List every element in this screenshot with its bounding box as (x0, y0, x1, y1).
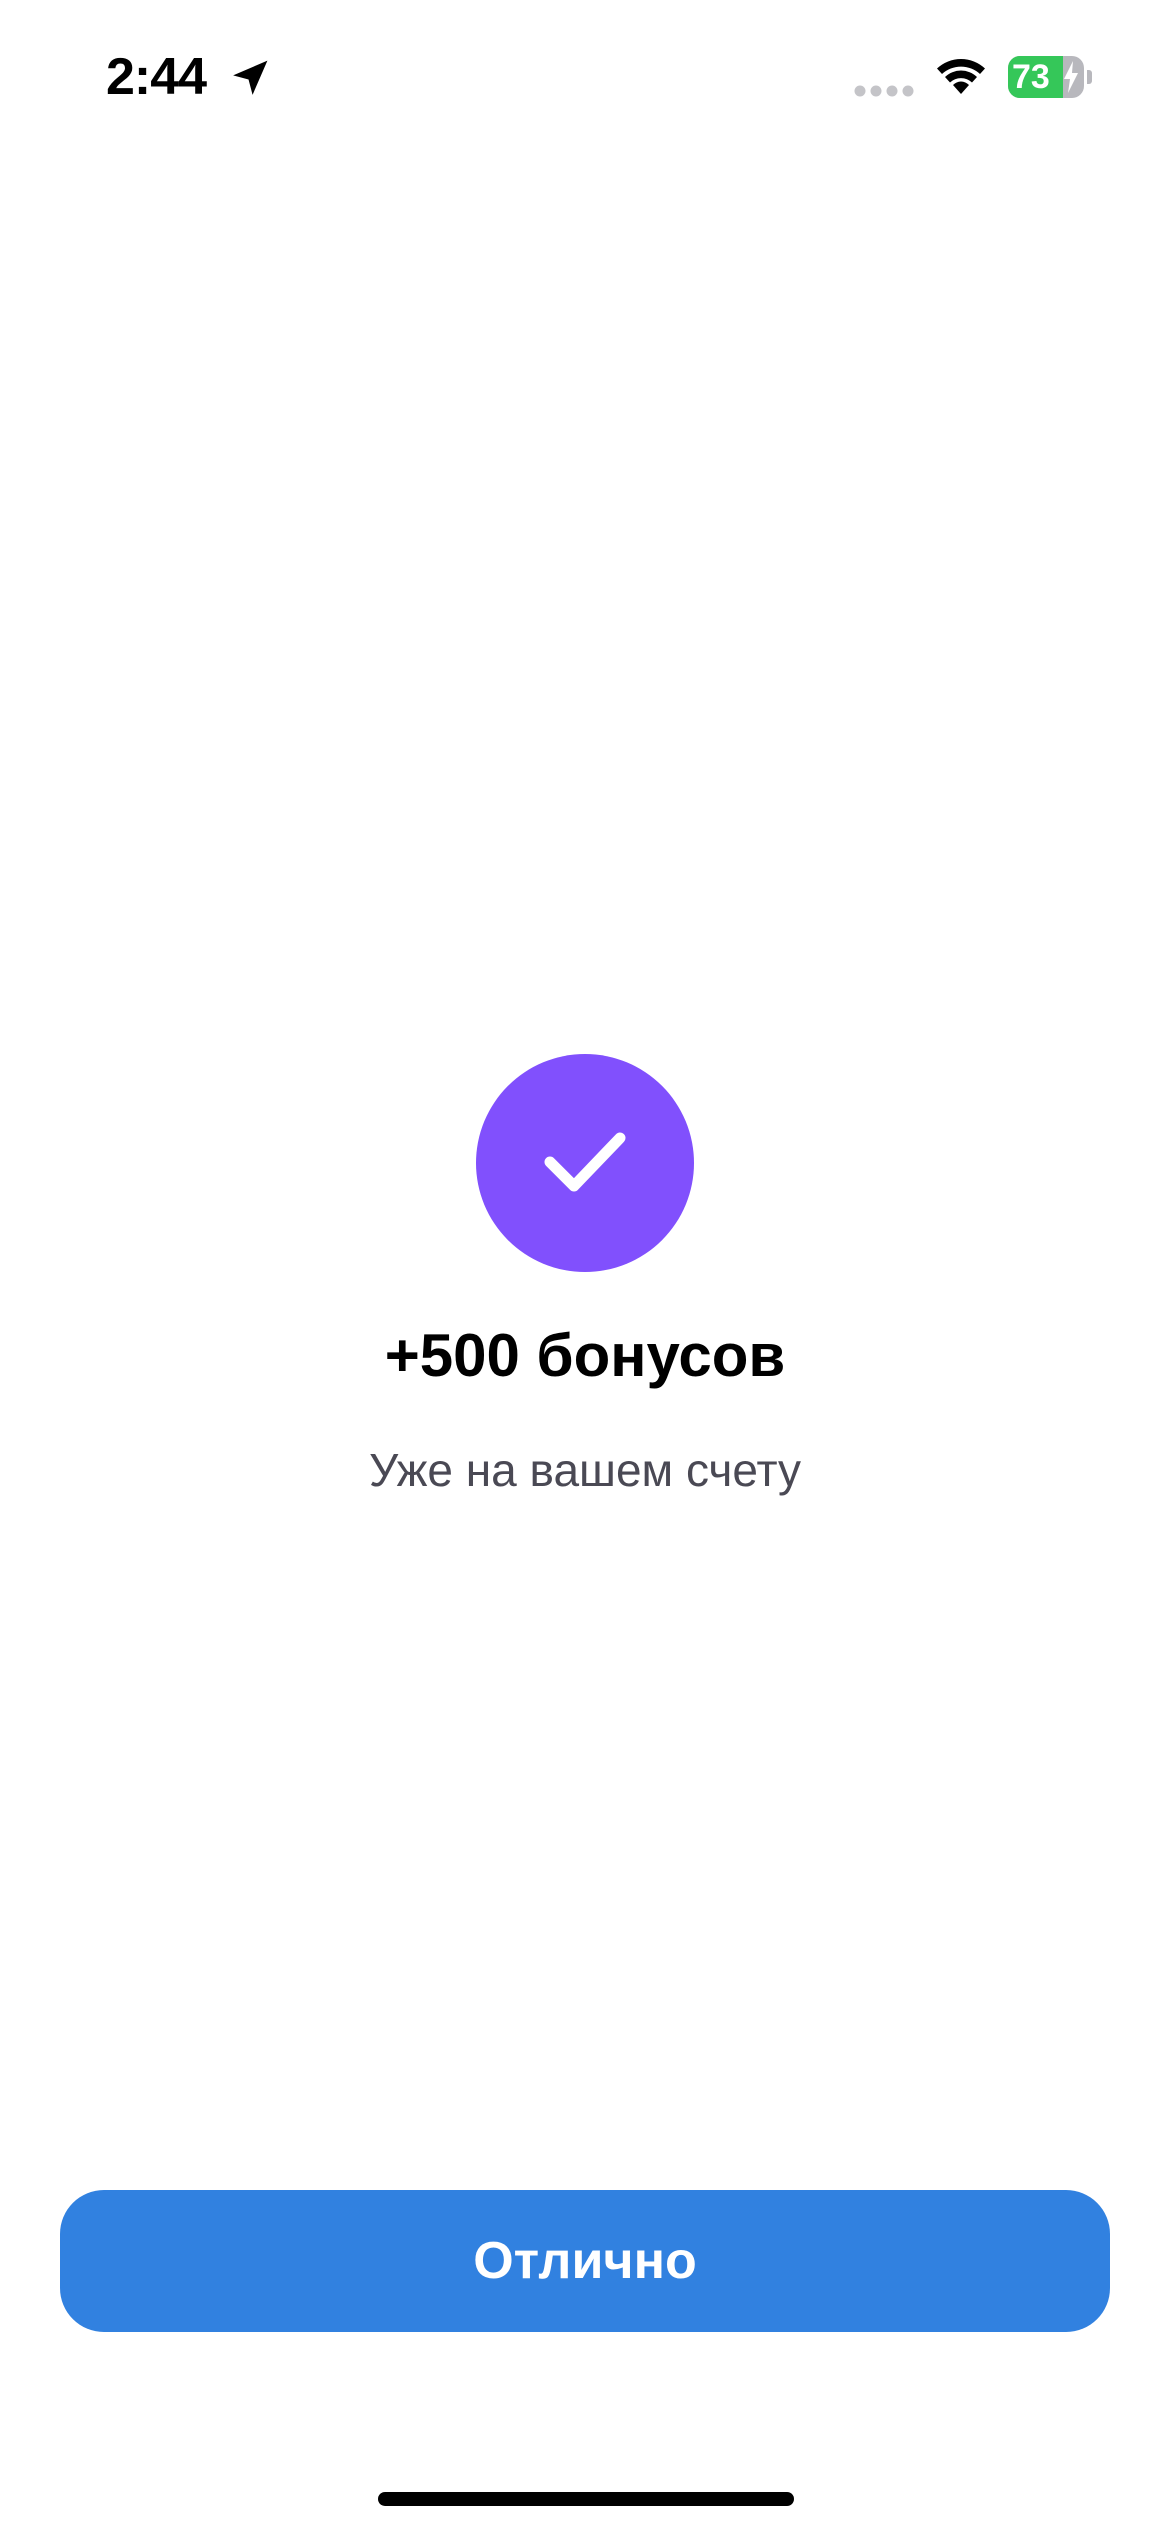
home-indicator[interactable] (378, 2492, 794, 2506)
battery-percent: 73 (1012, 58, 1050, 96)
battery-body: 73 (1008, 56, 1084, 98)
status-bar: 2:44 73 (0, 0, 1170, 150)
battery-charging-icon (1064, 61, 1078, 93)
success-badge (476, 1054, 694, 1272)
status-time: 2:44 (106, 48, 207, 106)
bonus-subtitle: Уже на вашем счету (368, 1444, 802, 1496)
bonus-title: +500 бонусов (384, 1322, 786, 1389)
battery-indicator: 73 (1008, 56, 1092, 98)
location-arrow-icon (233, 60, 268, 95)
checkmark-icon (544, 1132, 626, 1192)
wifi-icon (937, 58, 985, 94)
signal-icon (854, 85, 914, 97)
confirm-button[interactable]: Отлично (60, 2190, 1110, 2332)
battery-cap (1087, 70, 1092, 84)
